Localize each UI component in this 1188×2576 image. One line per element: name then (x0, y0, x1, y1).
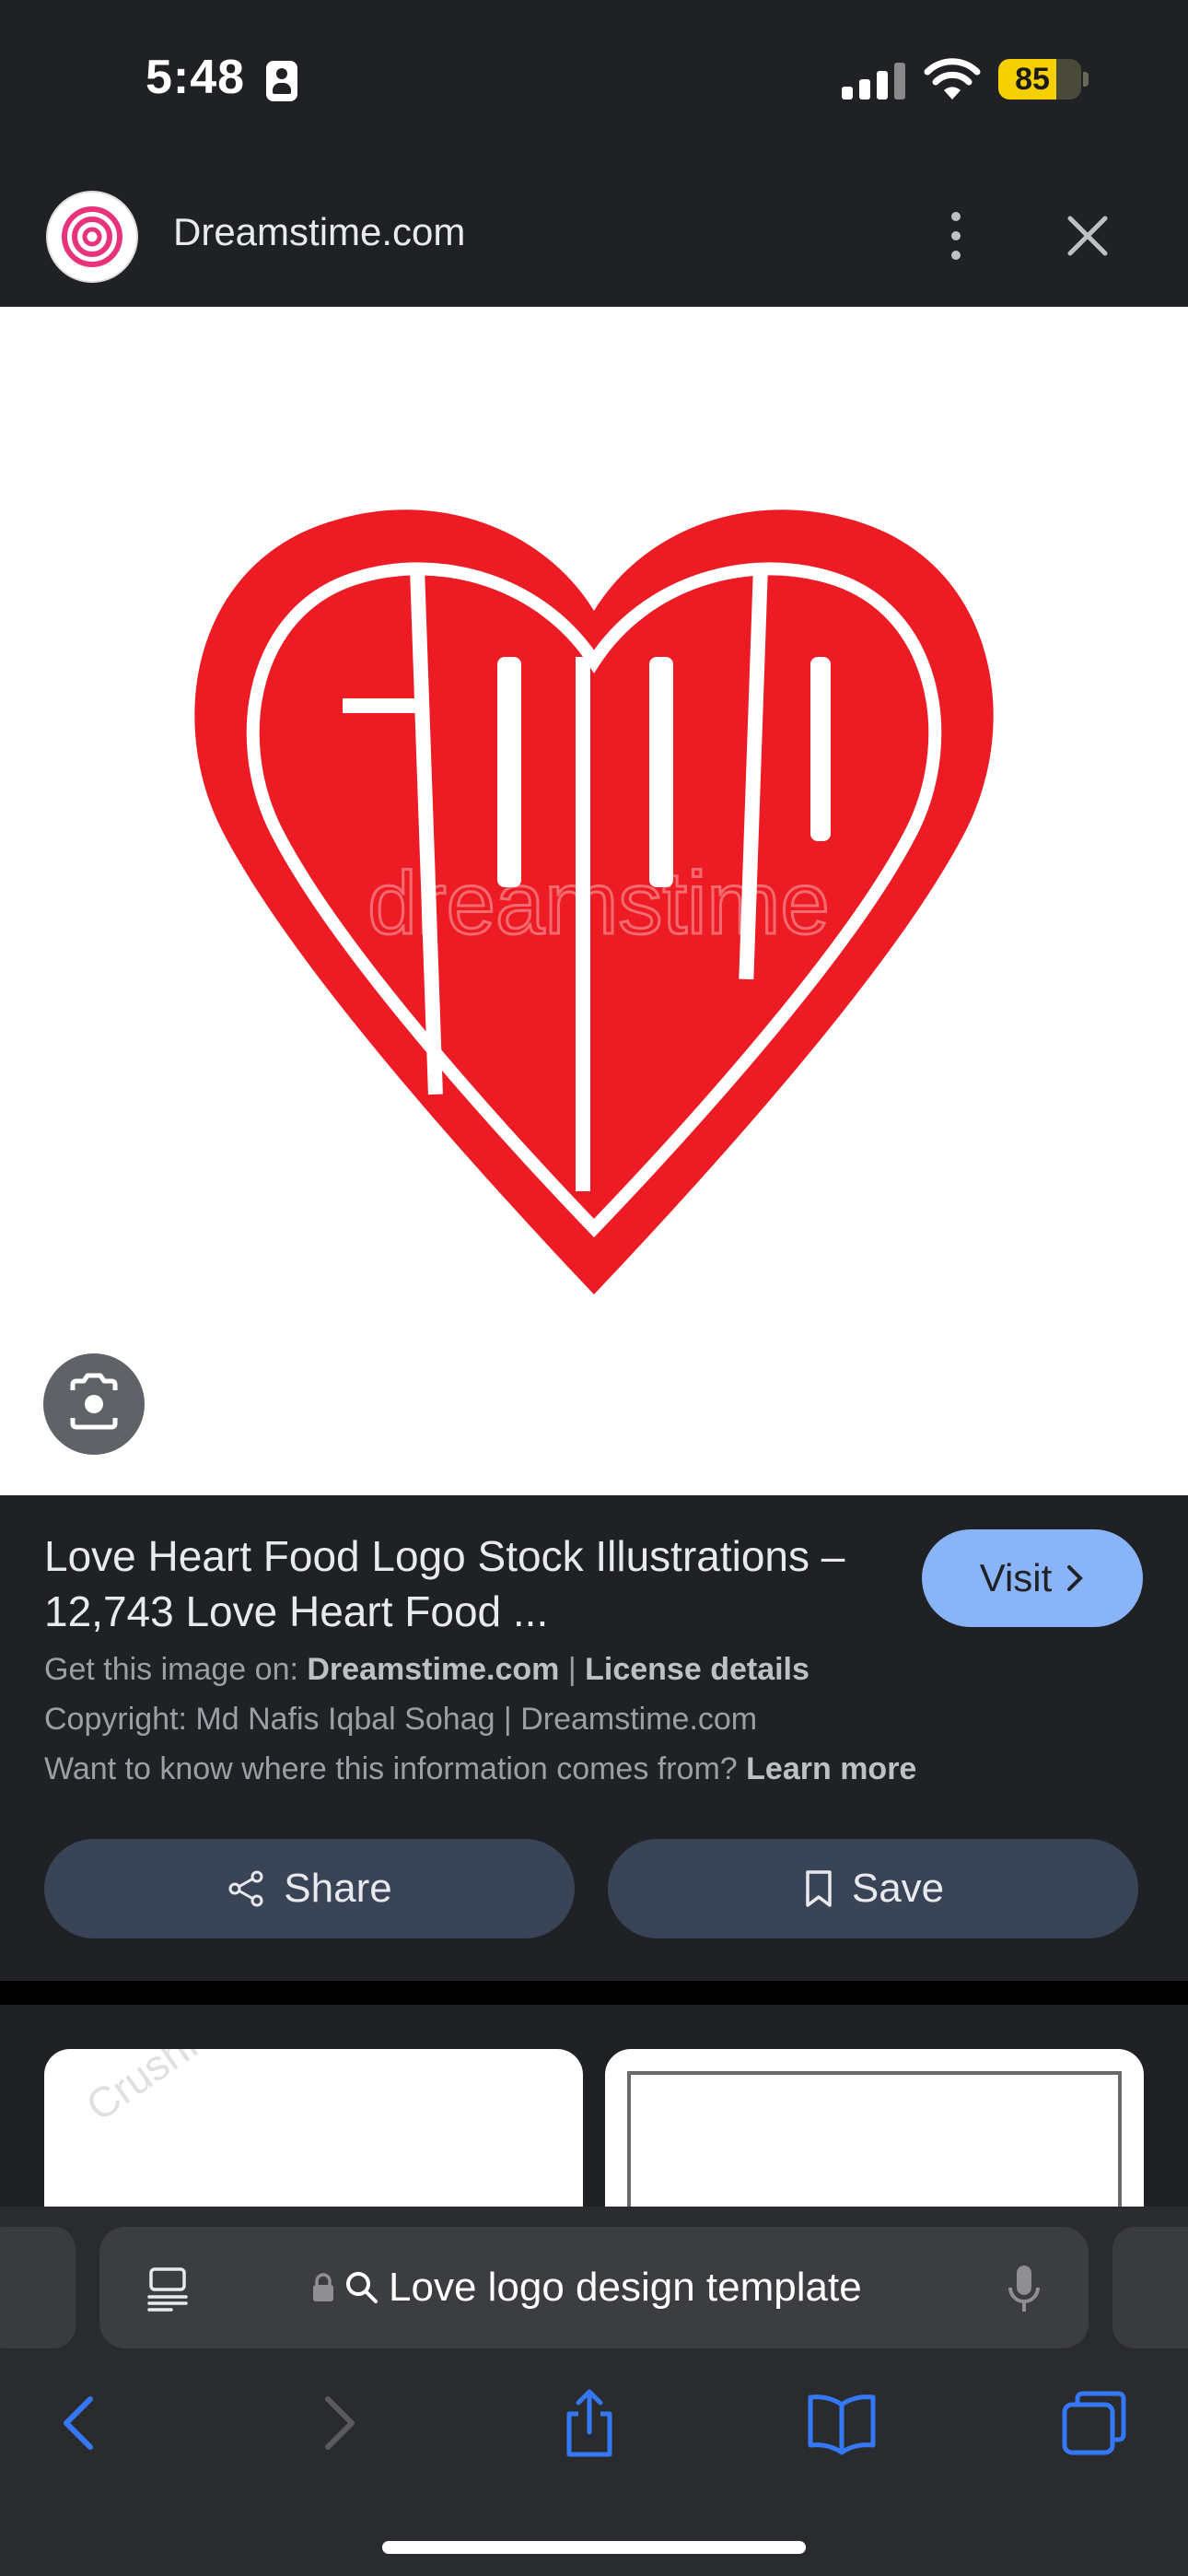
source-link[interactable]: Dreamstime.com (307, 1652, 559, 1687)
result-title[interactable]: Love Heart Food Logo Stock Illustrations… (44, 1528, 891, 1639)
bookmarks-icon[interactable] (805, 2386, 879, 2460)
visit-button[interactable]: Visit (922, 1529, 1143, 1627)
lens-icon (70, 1373, 118, 1430)
watermark-text: dreamstime (367, 854, 829, 953)
bookmark-icon (806, 1870, 832, 1907)
save-button[interactable]: Save (608, 1839, 1138, 1938)
tabs-icon[interactable] (1057, 2386, 1131, 2460)
more-options-icon[interactable] (939, 208, 973, 263)
search-query-text: Love logo design template (389, 2265, 862, 2310)
share-sheet-icon[interactable] (553, 2386, 626, 2460)
forward-icon[interactable] (300, 2386, 374, 2460)
wifi-icon (924, 58, 981, 100)
contact-card-icon (266, 61, 297, 101)
battery-icon: 85 (998, 59, 1081, 100)
share-button[interactable]: Share (44, 1839, 575, 1938)
search-query-field[interactable]: Love logo design template (311, 2262, 862, 2313)
license-details-link[interactable]: License details (585, 1652, 809, 1687)
safari-bottom-bar: Love logo design template (0, 2207, 1188, 2576)
page: 5:48 85 Dreamstime.com dreamstime FOOD L… (0, 0, 1188, 2576)
previous-tab-preview[interactable] (0, 2227, 76, 2348)
visit-label: Visit (979, 1556, 1053, 1599)
main-image[interactable]: dreamstime FOOD (0, 307, 1188, 1495)
close-icon[interactable] (1059, 207, 1116, 264)
copyright-line: Copyright: Md Nafis Iqbal Sohag | Dreams… (44, 1702, 758, 1737)
site-title[interactable]: Dreamstime.com (173, 210, 465, 254)
status-bar: 5:48 85 (0, 0, 1188, 161)
viewer-header: Dreamstime.com (0, 175, 1188, 304)
save-label: Save (851, 1866, 945, 1911)
learn-more-link[interactable]: Learn more (746, 1751, 916, 1786)
cellular-signal-icon (842, 61, 906, 100)
lock-icon (313, 2273, 333, 2301)
section-divider (0, 1981, 1188, 2005)
logo-text: FOOD (593, 1467, 596, 1469)
food-heart-logo: dreamstime FOOD (194, 509, 994, 1469)
search-icon (346, 2272, 378, 2303)
next-tab-preview[interactable] (1112, 2227, 1188, 2348)
back-icon[interactable] (44, 2386, 118, 2460)
status-time: 5:48 (146, 51, 246, 104)
address-bar[interactable]: Love logo design template (99, 2227, 1089, 2348)
chevron-right-icon (1067, 1565, 1084, 1591)
source-line: Get this image on: Dreamstime.com | Lice… (44, 1652, 809, 1687)
site-favicon[interactable] (46, 191, 138, 283)
related-watermark: CrushPixel (77, 2049, 273, 2130)
share-label: Share (284, 1866, 392, 1911)
result-info-panel: Love Heart Food Logo Stock Illustrations… (0, 1495, 1188, 1981)
spiral-logo-icon (62, 206, 122, 267)
microphone-icon[interactable] (1006, 2262, 1042, 2317)
home-indicator (382, 2541, 806, 2554)
battery-level: 85 (1015, 62, 1050, 97)
page-menu-icon[interactable] (146, 2266, 190, 2312)
share-icon (228, 1870, 263, 1907)
info-question-line: Want to know where this information come… (44, 1751, 917, 1786)
battery-tip (1083, 72, 1089, 87)
google-lens-button[interactable] (43, 1353, 145, 1455)
